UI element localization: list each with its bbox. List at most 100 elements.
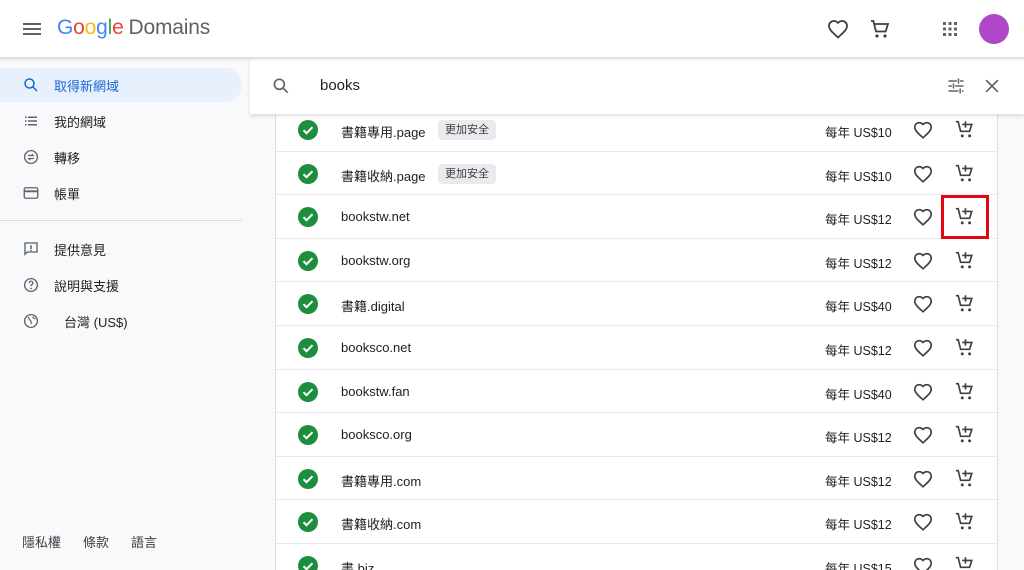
apps-grid-icon[interactable] (938, 17, 962, 41)
feedback-icon (24, 242, 38, 256)
domain-result-row[interactable]: 書籍專用.page 更加安全 每年 US$10 (276, 108, 997, 152)
sidebar-item-get-domain[interactable]: 取得新網域 (0, 68, 242, 102)
logo-letter: o (84, 16, 97, 39)
privacy-link[interactable]: 隱私權 (22, 532, 61, 551)
top-app-bar: Google Domains (0, 0, 1024, 58)
help-icon (23, 277, 39, 293)
sidebar-divider (0, 220, 242, 221)
sidebar-item-billing[interactable]: 帳單 (0, 176, 242, 210)
add-to-cart-icon[interactable] (954, 205, 976, 227)
add-to-cart-icon[interactable] (954, 162, 976, 184)
globe-icon (23, 313, 39, 329)
favorite-heart-icon[interactable] (912, 163, 934, 185)
domain-price: 每年 US$15 (825, 562, 892, 570)
add-to-cart-icon[interactable] (954, 510, 976, 532)
search-input[interactable]: books (320, 77, 360, 94)
add-to-cart-icon[interactable] (954, 118, 976, 140)
favorite-heart-icon[interactable] (912, 381, 934, 403)
close-icon[interactable] (982, 76, 1002, 96)
available-check-icon (298, 468, 318, 489)
available-check-icon (298, 338, 318, 358)
available-check-icon (298, 207, 318, 228)
product-name: Domains (128, 16, 211, 39)
sidebar-item-region-currency[interactable]: 台灣 (US$) (0, 304, 242, 338)
transfer-icon (23, 149, 39, 165)
logo-letter: e (112, 16, 124, 39)
sidebar-item-label: 提供意見 (54, 242, 107, 258)
domain-result-row[interactable]: bookstw.org 每年 US$12 (276, 239, 997, 283)
sidebar-item-label: 我的網域 (54, 114, 107, 130)
favorite-heart-icon[interactable] (912, 337, 934, 359)
heart-icon[interactable] (826, 17, 850, 41)
domain-result-row[interactable]: bookstw.fan 每年 US$40 (276, 370, 997, 414)
domain-result-row[interactable]: 書籍.digital 每年 US$40 (276, 282, 997, 326)
domain-result-row[interactable]: 書.biz 每年 US$15 (276, 544, 997, 570)
menu-icon[interactable] (20, 17, 44, 41)
domain-result-row[interactable]: bookstw.net 每年 US$12 (276, 195, 997, 239)
domain-result-row[interactable]: 書籍專用.com 每年 US$12 (276, 457, 997, 501)
domain-results-list: 書籍專用.page 更加安全 每年 US$10 書籍收納.page 更加安全 每… (275, 108, 998, 570)
avatar[interactable] (979, 14, 1009, 44)
sidebar-item-feedback[interactable]: 提供意見 (0, 232, 242, 266)
sidebar-item-label: 說明與支援 (54, 278, 120, 294)
favorite-heart-icon[interactable] (912, 424, 934, 446)
domain-price: 每年 US$12 (825, 213, 892, 228)
available-check-icon (298, 512, 318, 533)
domain-price: 每年 US$40 (825, 387, 892, 402)
add-to-cart-icon[interactable] (954, 554, 976, 570)
domain-price: 每年 US$12 (825, 431, 892, 446)
available-check-icon (298, 163, 318, 184)
add-to-cart-icon[interactable] (954, 380, 976, 402)
add-to-cart-icon[interactable] (954, 292, 976, 314)
search-icon[interactable] (271, 76, 291, 96)
domain-price: 每年 US$10 (825, 126, 892, 140)
google-domains-logo[interactable]: Google Domains (57, 16, 210, 40)
domain-price: 每年 US$12 (825, 256, 892, 271)
sidebar-item-label: 取得新網域 (54, 78, 120, 94)
available-check-icon (298, 294, 318, 315)
favorite-heart-icon[interactable] (912, 468, 934, 490)
sidebar-item-transfer[interactable]: 轉移 (0, 140, 242, 174)
security-badge: 更加安全 (438, 163, 496, 184)
add-to-cart-icon[interactable] (954, 467, 976, 489)
domain-result-row[interactable]: booksco.net 每年 US$12 (276, 326, 997, 370)
domain-result-row[interactable]: 書籍收納.com 每年 US$12 (276, 500, 997, 544)
available-check-icon (298, 556, 318, 570)
domain-name: 書.biz (341, 561, 375, 570)
sidebar-item-my-domains[interactable]: 我的網域 (0, 104, 242, 138)
domain-price: 每年 US$12 (825, 344, 892, 358)
credit-card-icon (23, 187, 39, 199)
add-to-cart-icon[interactable] (954, 336, 976, 358)
favorite-heart-icon[interactable] (912, 555, 934, 570)
language-link[interactable]: 語言 (131, 532, 157, 551)
domain-price: 每年 US$10 (825, 169, 892, 184)
logo-letter: G (57, 16, 74, 39)
domain-result-row[interactable]: booksco.org 每年 US$12 (276, 413, 997, 457)
logo-letter: g (96, 16, 108, 39)
available-check-icon (298, 425, 318, 446)
tune-icon[interactable] (946, 76, 966, 96)
add-to-cart-icon[interactable] (954, 423, 976, 445)
favorite-heart-icon[interactable] (912, 250, 934, 272)
sidebar: 取得新網域 我的網域 轉移 帳單 提供意見 說明與支援 台灣 (US$) 隱私權… (0, 58, 250, 570)
domain-result-row[interactable]: 書籍收納.page 更加安全 每年 US$10 (276, 152, 997, 196)
search-bar: books (250, 58, 1024, 114)
domain-price: 每年 US$40 (825, 300, 892, 315)
terms-link[interactable]: 條款 (83, 532, 109, 551)
sidebar-item-help[interactable]: 說明與支援 (0, 268, 242, 302)
favorite-heart-icon[interactable] (912, 511, 934, 533)
domain-price: 每年 US$12 (825, 474, 892, 489)
domain-name: 書籍收納.page (341, 168, 426, 184)
domain-name: 書籍專用.page (341, 125, 426, 140)
list-icon (25, 116, 37, 126)
favorite-heart-icon[interactable] (912, 119, 934, 141)
security-badge: 更加安全 (438, 120, 496, 140)
search-icon (24, 78, 38, 92)
favorite-heart-icon[interactable] (912, 206, 934, 228)
favorite-heart-icon[interactable] (912, 293, 934, 315)
logo-letter: o (73, 16, 85, 39)
domain-name: 書籍專用.com (341, 473, 422, 489)
available-check-icon (298, 120, 318, 140)
add-to-cart-icon[interactable] (954, 249, 976, 271)
cart-icon[interactable] (868, 17, 892, 41)
